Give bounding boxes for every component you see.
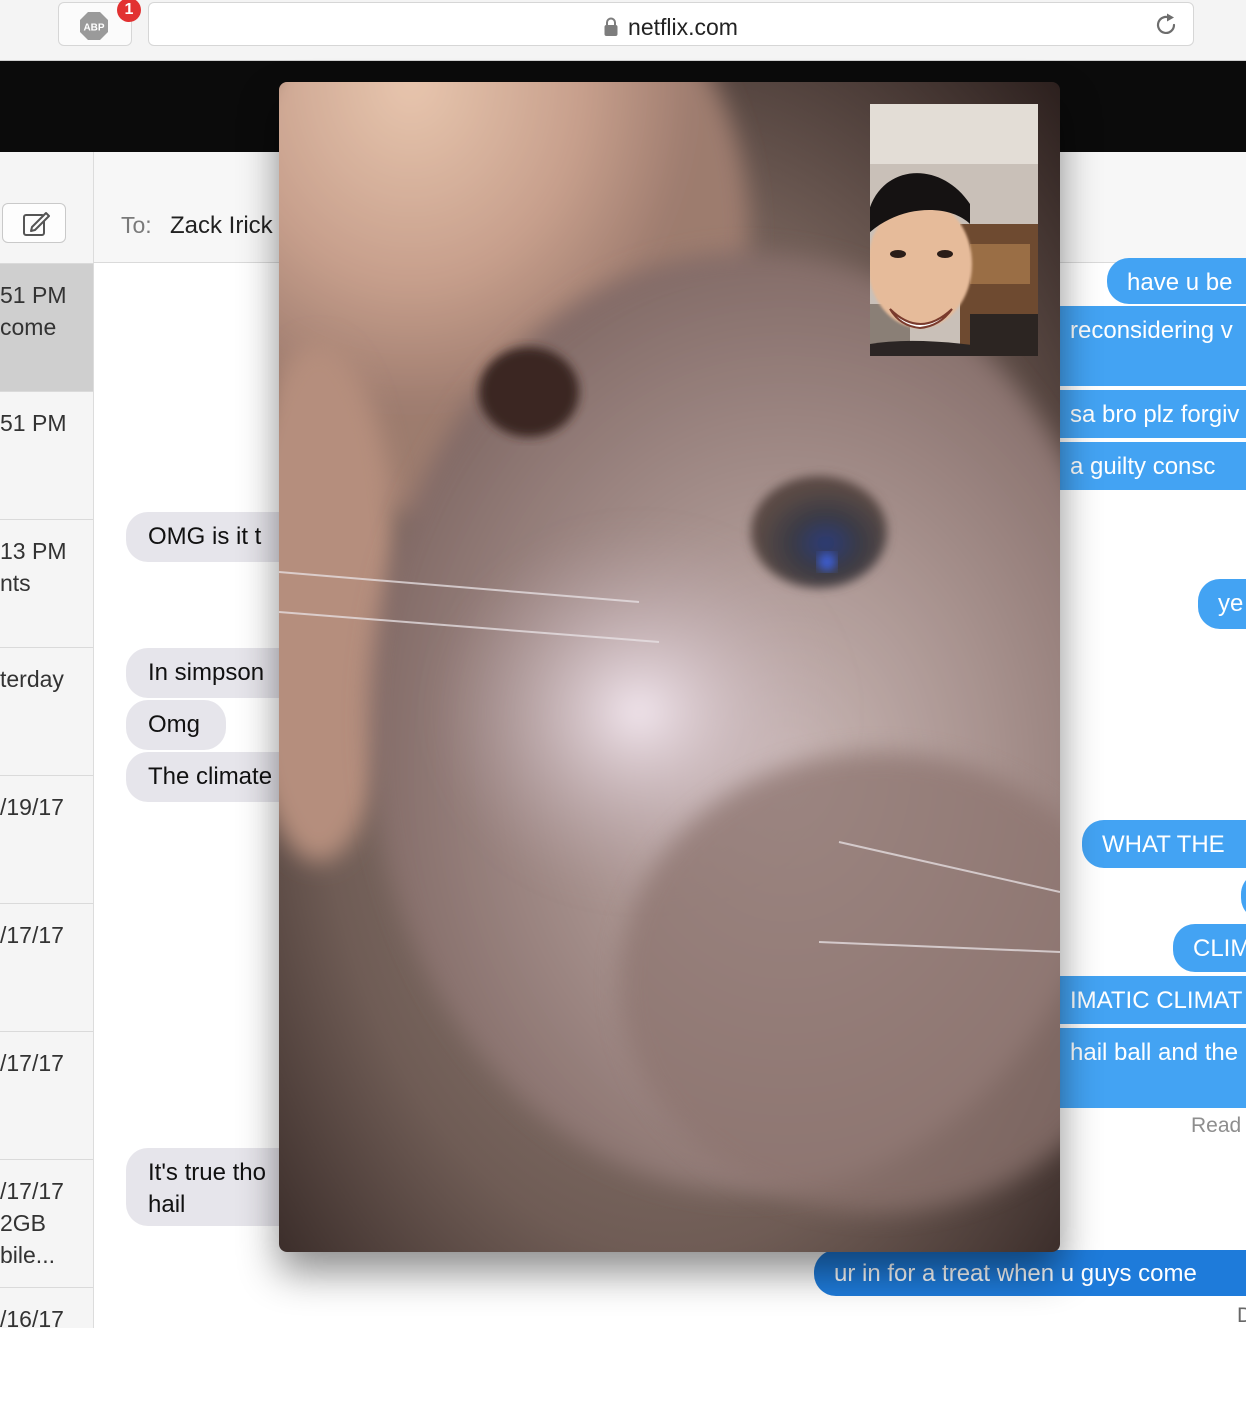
conversation-item[interactable]: /17/17 2GB bile... [0, 1159, 93, 1287]
conversation-item[interactable]: /19/17 [0, 775, 93, 903]
messages-sidebar: 51 PM come 51 PM 13 PM nts terday /19/17… [0, 152, 94, 1332]
address-display[interactable]: netflix.com [149, 14, 1193, 41]
outgoing-message[interactable]: a guilty consc [1050, 442, 1246, 490]
compose-icon [23, 212, 50, 236]
outgoing-message[interactable]: IMATIC CLIMAT [1050, 976, 1246, 1024]
outgoing-message[interactable]: WHAT THE [1082, 820, 1246, 868]
conversation-item[interactable]: /17/17 [0, 1031, 93, 1159]
outgoing-message[interactable]: reconsidering v [1050, 306, 1246, 386]
adblock-icon: ABP [80, 12, 108, 40]
conversation-item[interactable]: 51 PM [0, 391, 93, 519]
recipient-name[interactable]: Zack Irick [170, 212, 273, 240]
conversation-item[interactable]: terday [0, 647, 93, 775]
lock-icon [604, 17, 618, 36]
conversation-item[interactable]: /16/17 [0, 1287, 93, 1415]
outgoing-message[interactable]: sa bro plz forgiv [1050, 390, 1246, 438]
incoming-message[interactable]: Omg [126, 700, 226, 750]
facetime-self-view[interactable] [870, 104, 1038, 356]
outgoing-message[interactable]: ur in for a treat when u guys come [814, 1250, 1246, 1296]
adblock-badge: 1 [117, 0, 141, 22]
browser-toolbar: ABP 1 netflix.com [0, 0, 1246, 61]
outgoing-message[interactable]: CLIM [1173, 924, 1246, 972]
outgoing-message[interactable]: have u be [1107, 258, 1246, 304]
conversation-item[interactable]: 51 PM come [0, 263, 93, 391]
url-text: netflix.com [628, 14, 738, 40]
reload-icon[interactable] [1153, 12, 1179, 38]
outgoing-message[interactable]: hail ball and the [1050, 1028, 1246, 1108]
address-bar[interactable]: netflix.com [148, 2, 1194, 46]
delivered-receipt: D [1237, 1304, 1246, 1327]
compose-button[interactable] [2, 203, 66, 243]
to-label: To: [121, 212, 152, 238]
self-view-video [870, 104, 1038, 356]
outgoing-message[interactable]: ye [1198, 579, 1246, 629]
outgoing-message-fragment[interactable] [1241, 872, 1246, 920]
adblock-label: ABP [83, 23, 104, 34]
read-receipt: Read [1191, 1114, 1242, 1137]
conversation-item[interactable]: /17/17 [0, 903, 93, 1031]
conversation-item[interactable]: 13 PM nts [0, 519, 93, 647]
